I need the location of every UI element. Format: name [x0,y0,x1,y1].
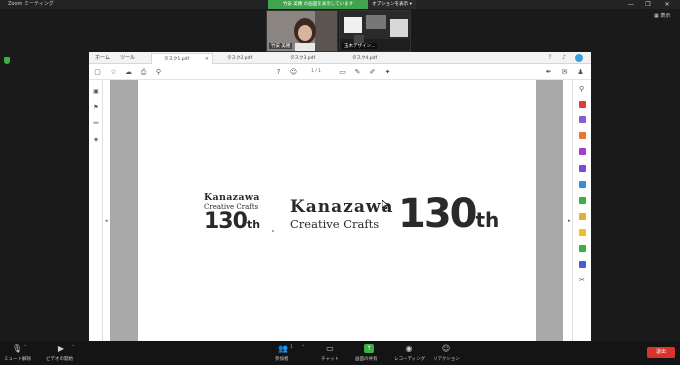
doc-tab-1[interactable]: タスク1.pdf × [151,53,213,64]
zoom-tool-icon[interactable]: ⚲ [579,86,586,93]
doc-tab-label: タスク4.pdf [352,56,378,61]
participants-options-caret[interactable]: ˄ [302,345,305,351]
participants-icon[interactable]: 👥 [278,344,288,353]
logo-small-suffix: th [246,218,261,231]
video-tile-other[interactable]: 玉木デザイン... [339,10,411,52]
security-shield-icon[interactable] [4,57,10,64]
fill-sign-tool-icon[interactable] [579,165,586,172]
doc-tab-4[interactable]: タスク4.pdf [340,53,402,64]
print-icon[interactable]: ⎙ [139,68,148,77]
doc-tab-label: タスク3.pdf [290,56,316,61]
bookmarks-icon[interactable]: ⚑ [92,104,100,112]
microphone-muted-icon[interactable]: 🎙 [12,344,22,353]
compress-pdf-icon[interactable] [579,197,586,204]
create-pdf-icon[interactable] [579,132,586,139]
logo-large-suffix: th [475,208,500,232]
mute-label[interactable]: ミュート解除 [4,356,31,362]
acrobat-tab-bar: ホーム ツール タスク1.pdf × タスク2.pdf タスク3.pdf タスク… [89,52,591,64]
view-button[interactable]: ▦ 表示 [654,12,670,19]
share-status-text: 竹安 美穂 の画面を表示しています [268,0,368,9]
participant-name: 玉木デザイン... [342,43,378,49]
highlight-icon[interactable]: ✐ [368,68,377,77]
logo-large-anniversary: 130th [398,192,499,244]
participants-label[interactable]: 参加者 [275,356,289,362]
logo-large-line2: Creative Crafts [290,217,380,231]
attachments-icon[interactable]: ⚯ [92,120,100,128]
view-options-button[interactable]: オプションを表示 ▾ [368,0,416,9]
collapse-right-panel-icon[interactable]: ▸ [568,218,571,224]
right-tools-panel: ⚲ ✂ [572,80,591,342]
edit-pdf-icon[interactable] [579,116,586,123]
more-tools-icon[interactable]: ✂ [579,277,586,284]
left-navigation-panel: ▣ ⚑ ⚯ ◈ [89,80,103,342]
logo-small-number: 130 [204,209,248,234]
share-screen-icon[interactable]: ↑ [364,344,374,353]
combine-files-icon[interactable] [579,181,586,188]
help-icon[interactable]: ? [546,54,554,62]
record-label[interactable]: レコーディング [394,356,425,362]
collapse-left-panel-icon[interactable]: ◂ [105,218,108,224]
close-button[interactable]: ✕ [660,0,674,9]
app-title: Zoom ミーティング [8,1,54,7]
nav-tools[interactable]: ツール [120,52,135,64]
help-circle-icon[interactable]: ? [274,68,283,77]
leave-meeting-button[interactable]: 退出 [647,347,675,358]
pen-icon[interactable]: ✎ [353,68,362,77]
grid-icon: ▦ [654,13,659,19]
screen-share-banner: 竹安 美穂 の画面を表示しています オプションを表示 ▾ [268,0,416,9]
export-pdf-icon[interactable] [579,101,586,108]
doc-tab-2[interactable]: タスク2.pdf [215,53,277,64]
organize-pages-icon[interactable] [579,148,586,155]
protect-icon[interactable] [579,261,586,268]
logo-large-number: 130 [398,191,477,237]
nav-home[interactable]: ホーム [95,52,110,64]
emoji-icon[interactable]: ☺ [289,68,298,77]
meeting-controls-bar: 🎙 ˄ ミュート解除 ▶ ˄ ビデオの開始 👥 1 ˄ 参加者 ▭ チャット ↑… [0,341,680,365]
chat-label[interactable]: チャット [321,356,339,362]
audio-options-caret[interactable]: ˄ [24,345,27,351]
share-user-icon[interactable]: ♟ [576,68,585,77]
doc-tab-3[interactable]: タスク3.pdf [278,53,340,64]
record-icon[interactable]: ◉ [404,344,414,353]
pdf-page: Kanazawa Creative Crafts 130th Kanazawa … [138,80,536,342]
bookmark-star-icon[interactable]: ☆ [109,68,118,77]
reactions-label[interactable]: リアクション [433,356,460,362]
share-screen-label[interactable]: 画面の共有 [355,356,378,362]
stamp-icon[interactable]: ✦ [383,68,392,77]
video-off-icon[interactable]: ▶ [56,344,66,353]
mail-icon[interactable]: ✉ [560,68,569,77]
video-tile-self[interactable]: 竹安 美穂 [266,10,338,52]
participant-name: 竹安 美穂 [269,43,293,49]
video-options-caret[interactable]: ˄ [72,345,75,351]
mouse-cursor-icon [382,200,389,209]
layers-icon[interactable]: ◈ [92,136,100,144]
acrobat-toolbar: ▢ ☆ ☁ ⎙ ⚲ ? ☺ 1 / 1 ▭ ✎ ✐ ✦ ✒ ✉ ♟ [89,64,591,80]
doc-tab-label: タスク2.pdf [227,56,253,61]
minimize-button[interactable]: — [624,0,638,9]
create-icon[interactable]: ▢ [93,68,102,77]
page-dot [272,230,274,232]
video-label[interactable]: ビデオの開始 [46,356,73,362]
comment-icon[interactable]: ▭ [338,68,347,77]
account-avatar[interactable] [575,54,583,62]
chat-icon[interactable]: ▭ [325,344,335,353]
notification-bell-icon[interactable]: ♪ [560,54,568,62]
participants-count: 1 [290,345,293,350]
print-production-icon[interactable] [579,245,586,252]
fill-sign-icon[interactable]: ✒ [544,68,553,77]
view-button-label: 表示 [660,13,671,19]
logo-small: Kanazawa Creative Crafts 130th [204,193,274,243]
acrobat-window: ホーム ツール タスク1.pdf × タスク2.pdf タスク3.pdf タスク… [89,52,591,342]
maximize-button[interactable]: ❐ [641,0,655,9]
comment-tool-icon[interactable] [579,229,586,236]
page-indicator[interactable]: 1 / 1 [304,67,328,76]
request-signature-icon[interactable] [579,213,586,220]
page-thumbnails-icon[interactable]: ▣ [92,88,100,96]
zoom-search-icon[interactable]: ⚲ [154,68,163,77]
doc-tab-label: タスク1.pdf [164,57,190,62]
upload-cloud-icon[interactable]: ☁ [124,68,133,77]
reactions-icon[interactable]: ☺ [441,344,451,353]
logo-small-line1: Kanazawa [204,192,260,203]
logo-small-anniversary: 130th [204,211,274,236]
